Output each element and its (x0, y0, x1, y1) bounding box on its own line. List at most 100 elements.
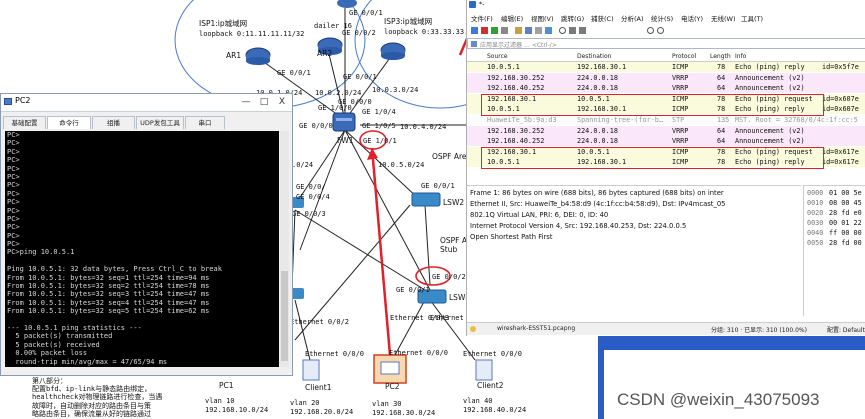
col-destination[interactable]: Destination (577, 53, 611, 60)
close-button[interactable]: X (276, 96, 288, 108)
command-console[interactable]: PC> PC> PC> PC> PC> PC> PC> PC> PC> PC> PC> PC> PC> P… (5, 131, 279, 367)
save-icon[interactable] (525, 27, 532, 34)
pc2-titlebar[interactable]: PC2 — □ X (1, 94, 292, 112)
client2-label: Client2 (477, 381, 504, 390)
vlan30-label: vlan 30 (372, 400, 402, 408)
lsw2-label: LSW2 (443, 198, 465, 207)
scrollbar-thumb[interactable] (281, 271, 288, 361)
pc2-tabbar: 基础配置 命令行 组播 UDP发包工具 串口 (1, 116, 292, 130)
console-line: From 10.0.5.1: bytes=32 seq=4 ttl=254 ti… (7, 298, 210, 307)
menu-statistics[interactable]: 统计(S) (651, 13, 673, 23)
ar1-label: AR1 (226, 51, 242, 60)
zoom-out-icon[interactable] (657, 27, 664, 34)
hex-offset: 0030 (807, 219, 824, 227)
pc2-host[interactable] (373, 354, 407, 384)
packet-info: Announcement (v2) (735, 137, 805, 146)
restart-capture-icon[interactable] (491, 27, 498, 34)
col-protocol[interactable]: Protocol (672, 53, 696, 60)
hex-bytes: 01 00 5e (829, 189, 862, 197)
packet-src: HuaweiTe_5b:9a:d3 (487, 116, 557, 124)
zoom-in-icon[interactable] (647, 27, 654, 34)
detail-ospf[interactable]: Open Shortest Path First (470, 233, 553, 241)
fw1-label: FW1 (337, 136, 354, 145)
client2-host[interactable] (475, 359, 493, 381)
wireshark-app-icon (469, 1, 476, 8)
ar-top-router[interactable] (337, 0, 357, 8)
tab-serial[interactable]: 串口 (185, 116, 225, 129)
minimize-button[interactable]: — (240, 96, 252, 108)
col-source[interactable]: Source (487, 53, 508, 60)
packet-row[interactable]: 10.0.5.1 192.168.30.1 ICMP 78 Echo (ping) re… (467, 62, 865, 72)
status-ready-icon (470, 326, 476, 332)
ar2-label: AR2 (317, 49, 333, 58)
packet-row[interactable]: 192.168.40.252 224.0.0.18 VRRP 64 Announceme… (467, 136, 865, 147)
client1-host[interactable] (302, 359, 320, 381)
pc2-window-title: PC2 (15, 96, 31, 105)
wireshark-titlebar[interactable]: *- (467, 0, 865, 10)
menu-analyze[interactable]: 分析(A) (621, 13, 644, 23)
stop-capture-icon[interactable] (481, 27, 488, 34)
reload-icon[interactable] (545, 27, 552, 34)
console-line: From 10.0.5.1: bytes=32 seq=3 ttl=254 ti… (7, 290, 210, 299)
menu-capture[interactable]: 捕获(C) (591, 13, 614, 23)
console-scrollbar[interactable] (280, 131, 289, 367)
wireshark-title: *- (479, 0, 485, 8)
console-line: PC> (7, 139, 20, 148)
subnet-2: 10.0.2.0/24 (315, 89, 362, 97)
menu-tools[interactable]: 工具(T) (741, 13, 763, 23)
detail-frame[interactable]: Frame 1: 86 bytes on wire (688 bits), 86… (470, 189, 724, 197)
open-icon[interactable] (515, 27, 522, 34)
filter-bookmark-icon[interactable] (471, 41, 477, 47)
menu-edit[interactable]: 编辑(E) (501, 13, 523, 23)
packet-row[interactable]: 192.168.40.252 224.0.0.18 VRRP 64 Announceme… (467, 83, 865, 94)
console-line: From 10.0.5.1: bytes=32 seq=5 ttl=254 ti… (7, 307, 210, 316)
lsw2-switch[interactable] (411, 192, 441, 207)
forward-icon[interactable] (579, 27, 586, 34)
packet-dst: 192.168.30.1 (577, 63, 627, 71)
col-length[interactable]: Length (710, 53, 731, 60)
menu-wireless[interactable]: 无线(W) (711, 13, 736, 23)
ar3-router[interactable] (380, 42, 406, 60)
pc2-window: PC2 — □ X 基础配置 命令行 组播 UDP发包工具 串口 PC> PC> P… (0, 93, 293, 376)
tab-multicast[interactable]: 组播 (92, 116, 135, 129)
pc2-app-icon (4, 98, 12, 105)
find-icon[interactable] (559, 27, 566, 34)
maximize-button[interactable]: □ (258, 96, 270, 108)
col-info[interactable]: Info (735, 53, 746, 60)
menu-file[interactable]: 文件(F) (471, 13, 493, 23)
menu-telephony[interactable]: 电话(Y) (681, 13, 703, 23)
wireshark-menubar: 文件(F) 编辑(E) 视图(V) 跳转(G) 捕获(C) 分析(A) 统计(S… (467, 12, 865, 24)
options-icon[interactable] (501, 27, 508, 34)
console-line: PC> (7, 198, 20, 207)
status-profile[interactable]: 配置: Default (827, 325, 865, 334)
fw1-firewall[interactable] (332, 112, 356, 132)
display-filter-input[interactable]: 应用显示过滤器 … <Ctrl-/> (467, 38, 865, 49)
packet-info: MST. Root = 32768/0/4c:1f:cc:5 (735, 116, 858, 124)
tab-command-line[interactable]: 命令行 (47, 116, 91, 129)
packet-row[interactable]: HuaweiTe_5b:9a:d3 Spanning-tree-(for-b… ST… (467, 115, 865, 125)
vlan20-label: vlan 20 (290, 399, 320, 407)
packet-dst: 224.0.0.18 (577, 84, 618, 93)
menu-view[interactable]: 视图(V) (531, 13, 554, 23)
detail-vlan[interactable]: 802.1Q Virtual LAN, PRI: 6, DEI: 0, ID: … (470, 211, 608, 219)
packet-info: Announcement (v2) (735, 84, 805, 93)
detail-ethernet[interactable]: Ethernet II, Src: HuaweiTe_b4:58:d9 (4c:… (470, 200, 726, 208)
packet-row[interactable]: 192.168.30.252 224.0.0.18 VRRP 64 Announceme… (467, 125, 865, 136)
back-icon[interactable] (569, 27, 576, 34)
console-line: PC> (7, 131, 20, 139)
ar1-router[interactable] (245, 47, 271, 65)
tab-basic-config[interactable]: 基础配置 (3, 116, 46, 129)
detail-ipv4[interactable]: Internet Protocol Version 4, Src: 192.16… (470, 222, 686, 230)
packet-info: Announcement (v2) (735, 126, 805, 135)
close-file-icon[interactable] (535, 27, 542, 34)
wireshark-window: *- 文件(F) 编辑(E) 视图(V) 跳转(G) 捕获(C) 分析(A) 统… (466, 0, 865, 336)
menu-go[interactable]: 跳转(G) (561, 13, 584, 23)
packet-src: 192.168.30.252 (487, 73, 545, 82)
eth-client1: Ethernet 0/0/0 (305, 350, 365, 358)
packet-row[interactable]: 192.168.30.252 224.0.0.18 VRRP 64 Announceme… (467, 72, 865, 83)
hex-bytes: 00 01 22 (829, 219, 862, 227)
packet-src: 192.168.40.252 (487, 84, 545, 93)
start-capture-icon[interactable] (471, 27, 478, 34)
tab-udp-tool[interactable]: UDP发包工具 (136, 116, 184, 129)
